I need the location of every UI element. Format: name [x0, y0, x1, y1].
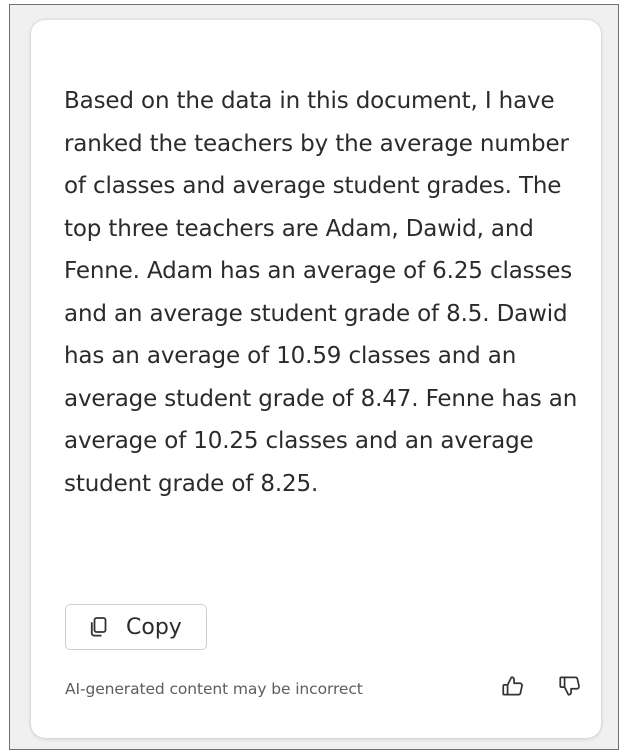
copy-icon: [88, 616, 110, 638]
response-text: Based on the data in this document, I ha…: [64, 88, 578, 497]
thumbs-down-button[interactable]: [555, 673, 585, 703]
thumbs-up-button[interactable]: [498, 673, 528, 703]
chat-response-card: Based on the data in this document, I ha…: [31, 20, 601, 738]
ai-disclaimer: AI-generated content may be incorrect: [65, 680, 363, 698]
copy-button-label: Copy: [126, 614, 182, 640]
thumbs-down-icon: [557, 673, 583, 703]
window-frame: Based on the data in this document, I ha…: [9, 4, 619, 750]
thumbs-up-icon: [500, 673, 526, 703]
copy-button[interactable]: Copy: [65, 604, 207, 650]
